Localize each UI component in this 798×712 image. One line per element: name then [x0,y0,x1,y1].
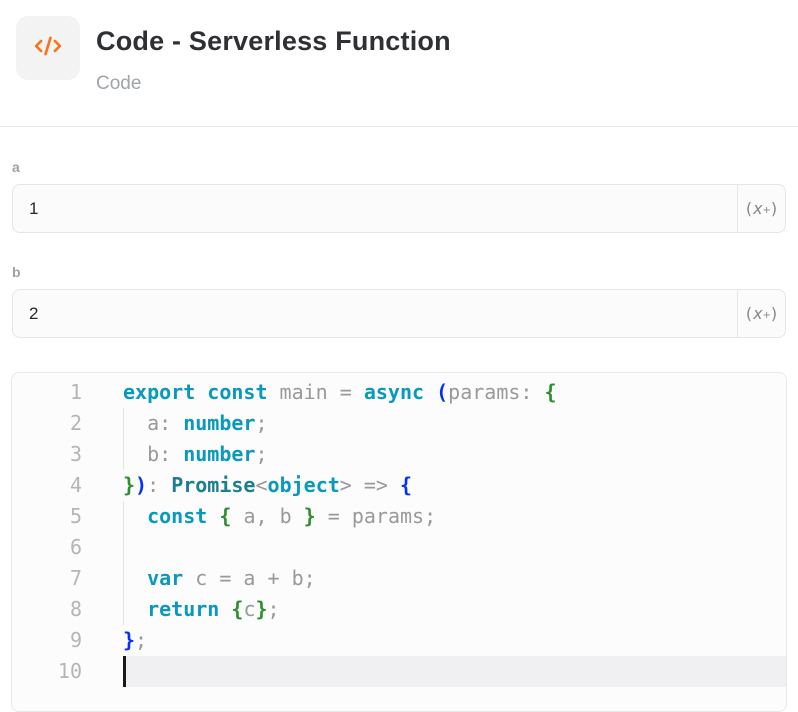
code-line[interactable]: 4}): Promise<object> => { [12,470,786,501]
header: Code - Serverless Function Code [0,0,798,95]
input-fields-section: a (x+) b (x+) [0,127,798,338]
code-token [195,380,207,404]
line-number[interactable]: 7 [12,563,82,594]
code-line[interactable]: 1 export const main = async (params: { [12,377,786,408]
code-token: < [255,473,267,497]
code-token: ; [268,597,280,621]
page-subtitle: Code [96,73,451,95]
code-line[interactable]: 3 b: number; [12,439,786,470]
code-token: c [243,597,255,621]
code-token: Promise [171,473,255,497]
code-token [123,566,147,590]
code-token [424,380,436,404]
code-token [123,597,147,621]
field-a-label: a [12,159,786,175]
code-token: export [123,380,195,404]
line-number[interactable]: 4 [12,470,82,501]
code-line-content[interactable]: }): Promise<object> => { [123,470,786,501]
code-token [219,597,231,621]
field-b-label: b [12,264,786,280]
code-line[interactable]: 9}; [12,625,786,656]
line-number[interactable]: 9 [12,625,82,656]
code-line-content[interactable]: return {c}; [123,594,786,625]
code-token: b: [123,442,183,466]
insert-expression-button[interactable]: (x+) [737,185,785,232]
code-line[interactable]: 5 const { a, b } = params; [12,501,786,532]
code-token: var [147,566,183,590]
code-line-content[interactable]: }; [123,625,786,656]
line-number[interactable]: 1 [12,377,82,408]
code-token: ; [135,628,147,652]
code-icon [33,31,63,66]
code-token: params: [448,380,544,404]
line-number[interactable]: 10 [12,656,82,687]
code-token: ( [436,380,448,404]
code-token: ; [255,411,267,435]
field-b: b (x+) [12,264,786,338]
code-token: return [147,597,219,621]
field-b-input[interactable] [13,290,737,337]
insert-expression-button[interactable]: (x+) [737,290,785,337]
code-line-content[interactable]: const { a, b } = params; [123,501,786,532]
code-token: a: [123,411,183,435]
code-token: } [255,597,267,621]
code-line[interactable]: 10 [12,656,786,687]
line-number[interactable]: 8 [12,594,82,625]
code-token: } [123,473,135,497]
line-number[interactable]: 5 [12,501,82,532]
code-token: object [268,473,340,497]
code-token: main = [268,380,364,404]
code-token: = params; [316,504,436,528]
insert-expression-icon: (x+) [746,304,777,323]
code-line-content[interactable] [123,532,786,563]
code-token: async [364,380,424,404]
insert-expression-icon: (x+) [746,199,777,218]
code-token: number [183,411,255,435]
component-icon-box [16,16,80,80]
field-a: a (x+) [12,159,786,233]
code-token: c = a + b; [183,566,315,590]
code-line-content[interactable]: a: number; [123,408,786,439]
code-line-content[interactable]: var c = a + b; [123,563,786,594]
code-token: { [400,473,412,497]
code-token: { [231,597,243,621]
code-token: const [207,380,267,404]
code-token [123,504,147,528]
line-number[interactable]: 6 [12,532,82,563]
code-token: { [219,504,231,528]
code-token: } [123,628,135,652]
page-title: Code - Serverless Function [96,26,451,57]
code-line-content[interactable] [123,656,786,687]
line-number[interactable]: 3 [12,439,82,470]
code-line[interactable]: 8 return {c}; [12,594,786,625]
code-line[interactable]: 7 var c = a + b; [12,563,786,594]
line-number[interactable]: 2 [12,408,82,439]
code-line-content[interactable]: export const main = async (params: { [123,377,786,408]
code-token: const [147,504,207,528]
code-token: number [183,442,255,466]
code-editor[interactable]: 1export const main = async (params: {2 a… [11,372,787,712]
code-line-content[interactable]: b: number; [123,439,786,470]
code-token [207,504,219,528]
code-token: ) [135,473,147,497]
code-token: a, b [231,504,303,528]
code-token: ; [255,442,267,466]
text-cursor [123,656,126,687]
code-token: > => [340,473,400,497]
code-line[interactable]: 6 [12,532,786,563]
code-token: : [147,473,171,497]
code-token: } [304,504,316,528]
code-line[interactable]: 2 a: number; [12,408,786,439]
code-token: { [544,380,556,404]
field-a-input[interactable] [13,185,737,232]
